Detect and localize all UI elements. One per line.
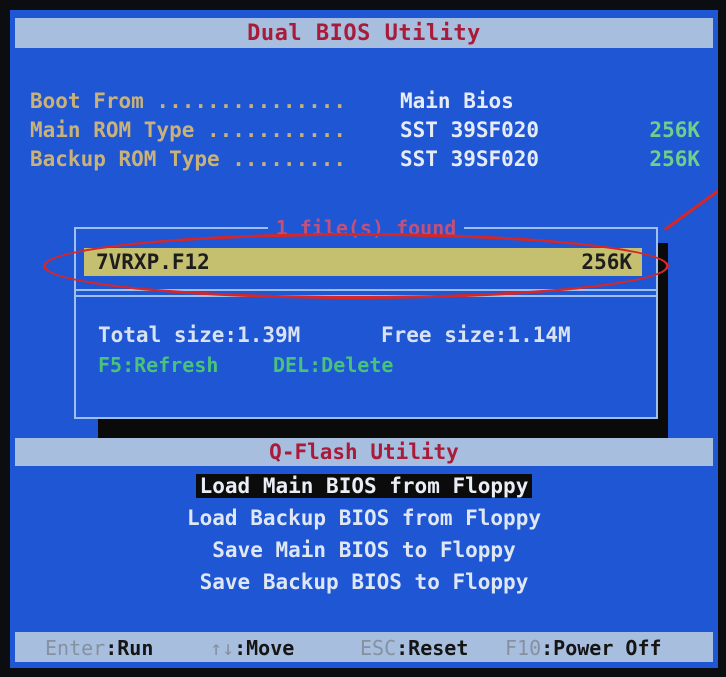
dialog-title-text: 1 file(s) found xyxy=(267,216,465,240)
file-list-item[interactable]: 7VRXP.F12 256K xyxy=(84,248,642,276)
info-label: Main ROM Type ........... xyxy=(30,118,347,142)
file-name: 7VRXP.F12 xyxy=(96,250,210,274)
hotkey-enter-run: Enter:Run xyxy=(45,636,153,660)
info-size: 256K xyxy=(649,118,700,142)
info-size: 256K xyxy=(649,147,700,171)
status-bar: Enter:Run ↑↓:Move ESC:Reset F10:Power Of… xyxy=(15,632,713,662)
dialog-title: 1 file(s) found xyxy=(76,216,656,240)
arrow-keys-icon: ↑↓ xyxy=(210,636,235,660)
info-row-boot-from: Boot From ............... Main Bios xyxy=(30,89,700,115)
info-label: Boot From ............... xyxy=(30,89,347,113)
menu-item-save-main-bios[interactable]: Save Main BIOS to Floppy xyxy=(10,534,718,566)
delete-action[interactable]: DEL:Delete xyxy=(273,353,393,377)
info-row-backup-rom: Backup ROM Type ......... SST 39SF020 25… xyxy=(30,147,700,173)
hotkey-move: ↑↓:Move xyxy=(210,636,294,660)
bios-screen: Dual BIOS Utility Boot From ............… xyxy=(10,10,718,668)
info-value: SST 39SF020 xyxy=(400,118,540,142)
red-pointer-line xyxy=(664,187,718,231)
info-label: Backup ROM Type ......... xyxy=(30,147,347,171)
total-size: Total size:1.39M xyxy=(98,323,301,347)
free-size: Free size:1.14M xyxy=(381,323,571,347)
info-value: Main Bios xyxy=(400,89,514,113)
menu-item-load-backup-bios[interactable]: Load Backup BIOS from Floppy xyxy=(10,502,718,534)
esc-key: ESC xyxy=(360,636,397,660)
hotkey-esc-reset: ESC:Reset xyxy=(360,636,468,660)
run-label: :Run xyxy=(105,636,154,660)
info-row-main-rom: Main ROM Type ........... SST 39SF020 25… xyxy=(30,118,700,144)
divider xyxy=(76,289,656,291)
dialog-actions: F5:Refresh DEL:Delete xyxy=(98,353,393,377)
divider xyxy=(76,295,656,297)
menu-item-label: Load Main BIOS from Floppy xyxy=(195,474,533,498)
menu-item-load-main-bios[interactable]: Load Main BIOS from Floppy xyxy=(10,470,718,502)
reset-label: :Reset xyxy=(396,636,469,660)
menu-item-label: Save Main BIOS to Floppy xyxy=(212,538,516,562)
qflash-menu: Load Main BIOS from Floppy Load Backup B… xyxy=(10,470,718,598)
move-label: :Move xyxy=(234,636,295,660)
info-value: SST 39SF020 xyxy=(400,147,540,171)
power-off-label: :Power Off xyxy=(541,636,662,660)
menu-item-label: Save Backup BIOS to Floppy xyxy=(199,570,529,594)
f10-key: F10 xyxy=(505,636,542,660)
menu-item-save-backup-bios[interactable]: Save Backup BIOS to Floppy xyxy=(10,566,718,598)
window-title: Dual BIOS Utility xyxy=(15,18,713,48)
hotkey-f10-power-off: F10:Power Off xyxy=(505,636,662,660)
file-size: 256K xyxy=(581,250,632,274)
refresh-action[interactable]: F5:Refresh xyxy=(98,353,218,377)
file-dialog: 1 file(s) found 7VRXP.F12 256K Total siz… xyxy=(74,216,658,419)
qflash-title: Q-Flash Utility xyxy=(15,438,713,466)
menu-item-label: Load Backup BIOS from Floppy xyxy=(186,506,541,530)
enter-key: Enter xyxy=(45,636,106,660)
